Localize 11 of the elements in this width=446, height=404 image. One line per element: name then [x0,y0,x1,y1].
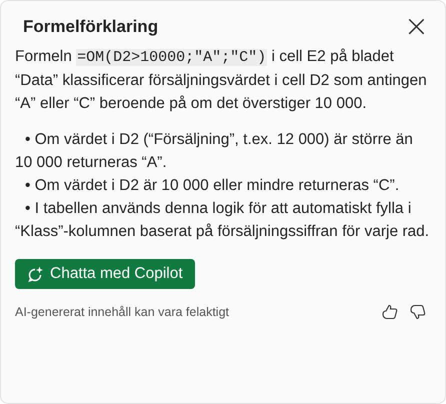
panel-title: Formelförklaring [23,17,158,37]
thumbs-down-icon[interactable] [409,303,427,321]
close-button[interactable]: × [402,15,431,39]
disclaimer-text: AI-genererat innehåll kan vara felaktigt [15,305,230,319]
bullet-text: • Om värdet i D2 (“Försäljning”, t.ex. 12 000) är större än 10 000 returneras “A”. [15,130,414,173]
explanation-text: Formeln =OM(D2>10000;"A";"C") i cell E2 på bladet “Data” klassificerar försäljningsvärdet i cell D2 som antingen “A” eller “C” beroende på om det överstiger 10 000. [15,47,428,114]
bullet-text: • I tabellen används denna logik för att automatiskt fylla i “Klass”-kolumnen baserat på försäljningssiffran för varje rad. [15,199,430,242]
chat-sparkle-icon [27,266,44,282]
chat-button[interactable]: Chatta med Copilot [15,259,195,289]
thumbs-up-icon[interactable] [381,303,399,321]
bullet-text: • Om värdet i D2 är 10 000 eller mindre returneras “C”. [24,176,400,196]
